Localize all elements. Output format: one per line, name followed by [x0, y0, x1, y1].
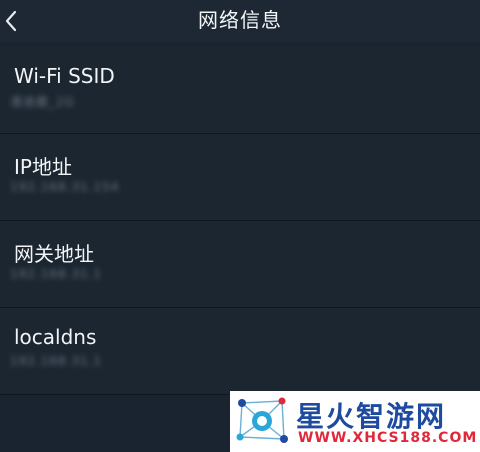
ip-address-value: 192.168.31.154: [10, 180, 120, 194]
wifi-ssid-label: Wi-Fi SSID: [14, 64, 115, 88]
network-logo-icon: [236, 397, 288, 443]
watermark-name: 星火智游网: [296, 400, 447, 433]
gateway-label: 网关地址: [14, 242, 94, 266]
ip-address-label: IP地址: [14, 155, 72, 179]
list-item-gateway[interactable]: 网关地址 192.168.31.1: [0, 221, 480, 308]
navigation-bar: 网络信息: [0, 0, 480, 42]
localdns-value: 192.168.31.1: [10, 354, 103, 368]
localdns-label: localdns: [14, 325, 97, 349]
list-item-localdns[interactable]: localdns 192.168.31.1: [0, 308, 480, 395]
watermark-url: WWW.XHCS188.COM: [298, 430, 478, 446]
wifi-ssid-value: 清迷鹿_2G: [10, 95, 75, 109]
list-item-ip-address[interactable]: IP地址 192.168.31.154: [0, 134, 480, 221]
list-item-wifi-ssid[interactable]: Wi-Fi SSID 清迷鹿_2G: [0, 47, 480, 134]
page-title: 网络信息: [198, 8, 282, 32]
network-info-list: Wi-Fi SSID 清迷鹿_2G IP地址 192.168.31.154 网关…: [0, 47, 480, 395]
site-watermark: 星火智游网 WWW.XHCS188.COM: [230, 391, 480, 452]
gateway-value: 192.168.31.1: [10, 267, 103, 281]
